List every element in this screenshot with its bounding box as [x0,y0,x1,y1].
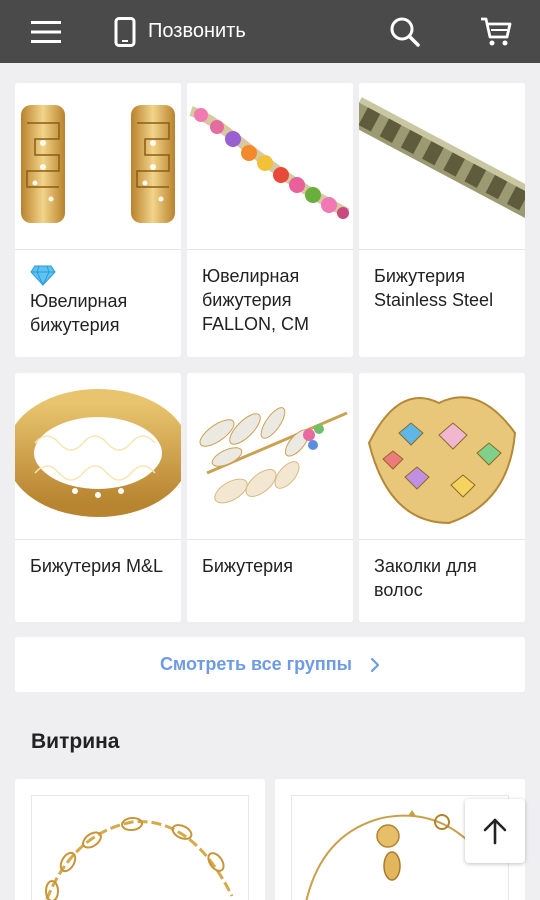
card-divider [187,539,353,540]
scroll-to-top-button[interactable] [465,799,525,863]
category-title: Ювелирная бижутерия [30,291,128,335]
category-image [359,373,525,539]
product-image [31,795,249,900]
category-card[interactable]: Бижутерия M&L [15,373,181,622]
card-divider [15,539,181,540]
search-icon [390,17,420,47]
showcase-item[interactable] [15,779,265,900]
category-card[interactable]: Ювелирная бижутерия FALLON, CM [187,83,353,357]
category-title: Заколки для волос [374,556,477,600]
menu-icon [31,20,61,43]
category-card[interactable]: Бижутерия Stainless Steel [359,83,525,357]
search-button[interactable] [380,0,430,63]
category-card[interactable]: Заколки для волос [359,373,525,622]
cart-icon [481,17,512,45]
card-divider [15,249,181,250]
category-image [187,83,353,249]
phone-icon [114,16,136,47]
category-image [359,83,525,249]
showcase-title: Витрина [31,730,120,753]
cart-button[interactable] [470,0,522,63]
see-all-groups-button[interactable]: Смотреть все группы [15,637,525,692]
category-title: Бижутерия Stainless Steel [374,266,494,310]
category-image [187,373,353,539]
call-label: Позвонить [148,20,246,42]
category-image [15,83,181,249]
category-image [15,373,181,539]
arrow-up-icon [483,818,507,845]
category-title-block: Ювелирная бижутерия [30,264,175,337]
category-title: Ювелирная бижутерия FALLON, CM [202,266,310,334]
card-divider [359,539,525,540]
menu-button[interactable] [18,0,74,63]
category-title: Бижутерия [202,556,293,576]
chevron-right-icon [370,657,380,673]
call-button[interactable]: Позвонить [114,0,284,63]
card-divider [187,249,353,250]
top-bar: Позвонить [0,0,540,63]
card-divider [359,249,525,250]
see-all-label: Смотреть все группы [159,654,353,674]
category-card[interactable]: Бижутерия [187,373,353,622]
category-card[interactable]: Ювелирная бижутерия [15,83,181,357]
category-title: Бижутерия M&L [30,556,163,576]
diamond-icon [30,265,56,286]
